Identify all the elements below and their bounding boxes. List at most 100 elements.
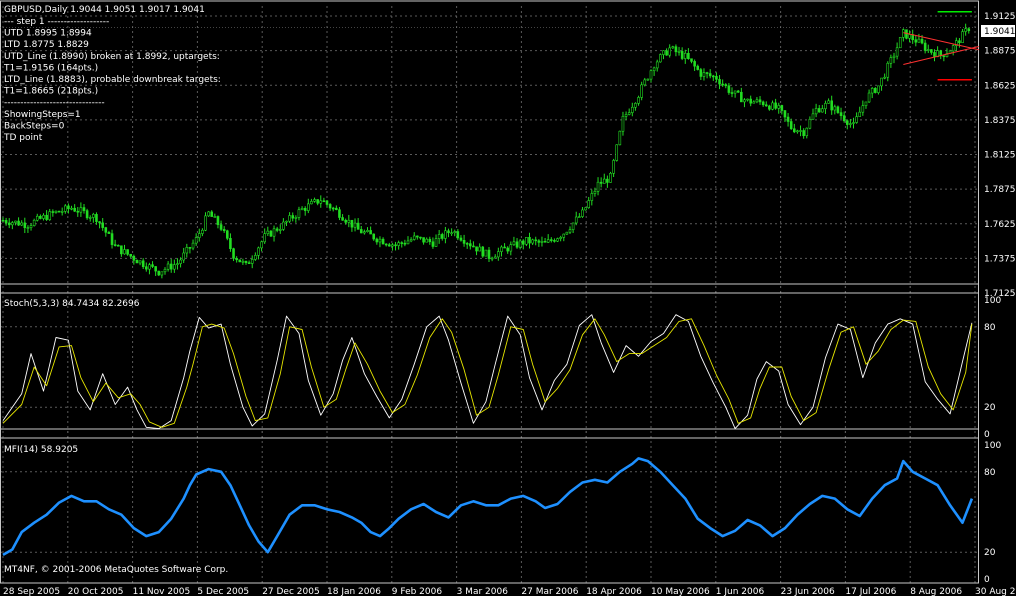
candle-body	[297, 209, 301, 218]
info-line: --- step 1 -------------------	[4, 17, 109, 27]
candle-body	[668, 47, 671, 56]
candle-body	[817, 108, 821, 113]
candle-body	[201, 229, 204, 234]
candle-body	[447, 230, 450, 234]
candle-body	[777, 105, 781, 109]
candle-body	[269, 230, 273, 237]
candle-body	[213, 216, 217, 218]
candle-body	[693, 61, 696, 67]
candle-body	[926, 49, 930, 51]
candle-body	[618, 130, 622, 146]
osc-tick-label: 80	[984, 323, 996, 333]
candle-body	[705, 72, 709, 74]
info-line: BackSteps=0	[4, 121, 65, 131]
date-tick-label: 1 Jun 2006	[716, 587, 765, 596]
candle-body	[858, 111, 862, 117]
candle-body	[145, 266, 148, 270]
candle-body	[95, 214, 98, 222]
candle-body	[964, 28, 967, 32]
candle-body	[755, 99, 759, 103]
candle-body	[749, 98, 752, 104]
candle-body	[481, 246, 485, 257]
candle-body	[363, 231, 366, 234]
candle-body	[79, 207, 83, 213]
candle-body	[388, 244, 391, 247]
candle-body	[322, 200, 326, 203]
candle-body	[624, 114, 628, 117]
candle-body	[29, 225, 33, 228]
candle-body	[67, 205, 70, 210]
candle-body	[35, 215, 39, 221]
candle-body	[674, 46, 678, 53]
price-tick-label: 1.8375	[984, 116, 1016, 126]
candle-body	[898, 37, 902, 49]
candle-body	[612, 160, 615, 174]
candle-body	[789, 121, 793, 130]
candle-body	[774, 102, 777, 109]
candle-body	[366, 230, 369, 232]
candle-body	[275, 228, 279, 231]
candle-body	[76, 210, 80, 213]
candle-body	[680, 51, 684, 59]
candle-body	[120, 245, 123, 255]
candle-body	[746, 98, 749, 101]
candle-body	[257, 247, 260, 256]
background	[0, 0, 1016, 596]
candle-body	[347, 219, 351, 223]
candle-body	[104, 227, 108, 233]
candle-body	[266, 230, 270, 234]
candle-body	[821, 108, 824, 113]
candle-body	[593, 191, 597, 194]
candle-body	[830, 100, 833, 111]
candle-body	[453, 231, 457, 234]
date-tick-label: 3 Mar 2006	[457, 587, 509, 596]
candle-body	[173, 264, 176, 270]
candle-body	[459, 237, 463, 241]
candle-body	[434, 238, 438, 247]
candle-body	[559, 237, 562, 239]
candle-body	[537, 240, 541, 243]
candle-body	[783, 110, 787, 118]
candle-body	[599, 181, 603, 184]
candle-body	[518, 240, 522, 248]
candle-body	[32, 219, 36, 226]
candle-body	[724, 84, 728, 87]
candle-body	[581, 209, 584, 217]
candle-body	[659, 54, 662, 63]
candle-body	[886, 62, 890, 78]
info-line: UTD 1.8995 1.8994	[4, 29, 92, 39]
candle-body	[23, 222, 27, 228]
candle-body	[475, 246, 478, 252]
candle-body	[450, 232, 453, 235]
candle-body	[509, 244, 513, 252]
candle-body	[490, 257, 494, 260]
copyright-text: MT4NF, © 2001-2006 MetaQuotes Software C…	[4, 565, 228, 575]
candle-body	[796, 130, 799, 133]
candle-body	[553, 240, 556, 242]
candle-body	[135, 259, 139, 264]
candle-body	[419, 236, 422, 239]
candle-body	[132, 255, 136, 261]
candle-body	[151, 264, 154, 267]
candle-body	[422, 237, 425, 243]
candle-body	[855, 116, 858, 123]
candle-body	[892, 55, 896, 58]
candle-body	[416, 235, 419, 238]
candle-body	[824, 103, 827, 110]
candle-body	[341, 217, 344, 221]
candle-body	[808, 118, 812, 129]
osc-tick-label: 100	[984, 441, 1001, 451]
candle-body	[861, 105, 865, 113]
candle-body	[92, 214, 95, 218]
candle-body	[596, 181, 600, 192]
candle-body	[216, 216, 220, 225]
price-tick-label: 1.8125	[984, 151, 1016, 161]
candle-body	[57, 210, 61, 213]
candle-body	[506, 247, 509, 252]
candle-body	[478, 246, 481, 252]
candle-body	[26, 227, 30, 229]
candle-body	[182, 252, 185, 261]
candle-body	[313, 199, 316, 202]
candle-body	[48, 211, 52, 220]
candle-body	[515, 241, 519, 248]
